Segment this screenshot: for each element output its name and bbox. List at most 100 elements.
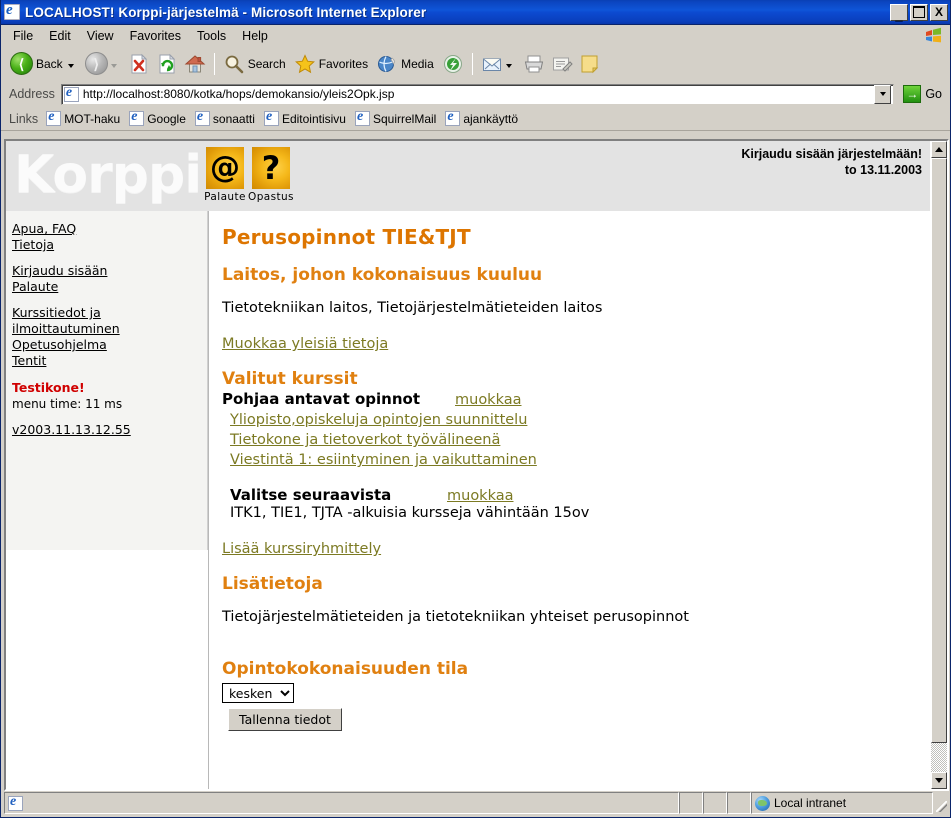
palaute-button[interactable]: @ Palaute — [202, 147, 248, 203]
list-item: Tietokone ja tietoverkot työvälineenä — [230, 429, 930, 448]
link-google[interactable]: Google — [129, 109, 186, 126]
login-notice: Kirjaudu sisään järjestelmään! — [741, 147, 922, 161]
course-link[interactable]: Tietokone ja tietoverkot työvälineenä — [230, 432, 500, 448]
close-button[interactable]: X — [930, 3, 948, 21]
sidebar-item-opetusohjelma[interactable]: Opetusohjelma — [12, 337, 207, 353]
favorites-button[interactable]: Favorites — [291, 50, 373, 78]
mail-dropdown-arrow-icon[interactable] — [505, 63, 512, 68]
scroll-up-button[interactable] — [931, 141, 947, 158]
refresh-button[interactable] — [153, 50, 181, 78]
version-link[interactable]: v2003.11.13.12.55 — [12, 422, 207, 438]
star-icon — [294, 53, 315, 73]
address-input[interactable] — [82, 86, 875, 102]
stop-button[interactable] — [125, 50, 153, 78]
notes-button[interactable] — [576, 50, 604, 78]
toolbar-separator — [213, 52, 215, 75]
heading-selected-courses: Valitut kurssit — [222, 369, 358, 389]
minimize-glyph: _ — [895, 6, 903, 22]
status-panel-3 — [703, 792, 727, 814]
ie-app-icon — [4, 2, 20, 20]
forward-dropdown-arrow-icon[interactable] — [110, 63, 117, 68]
maximize-button[interactable] — [910, 3, 928, 21]
course-link[interactable]: Viestintä 1: esiintyminen ja vaikuttamin… — [230, 452, 537, 468]
header-login-info: Kirjaudu sisään järjestelmään! to 13.11.… — [741, 141, 930, 178]
mail-icon — [482, 58, 501, 71]
back-button[interactable]: ⟨ Back — [7, 50, 82, 78]
save-button[interactable]: Tallenna tiedot — [228, 708, 342, 731]
back-dropdown-arrow-icon[interactable] — [67, 63, 74, 68]
home-button[interactable] — [181, 50, 209, 78]
sidebar-item-tietoja[interactable]: Tietoja — [12, 237, 207, 253]
status-select[interactable]: kesken — [222, 683, 294, 703]
sidebar-item-palaute[interactable]: Palaute — [12, 279, 207, 295]
minimize-button[interactable]: _ — [890, 3, 908, 22]
course-group-label: Valitse seuraavista — [230, 486, 392, 504]
scroll-down-button[interactable] — [931, 772, 947, 789]
resize-grip[interactable] — [933, 792, 949, 814]
back-arrow-icon: ⟨ — [10, 52, 33, 75]
edit-course-group-link[interactable]: muokkaa — [447, 488, 514, 504]
course-group-note: ITK1, TIE1, TJTA -alkuisia kursseja vähi… — [230, 505, 590, 521]
add-course-grouping-link[interactable]: Lisää kurssiryhmittely — [222, 541, 381, 557]
palaute-icon: @ — [206, 147, 244, 189]
menu-item-edit[interactable]: Edit — [41, 27, 79, 45]
print-button[interactable] — [520, 50, 548, 78]
link-label: Google — [147, 111, 186, 126]
sidebar-item-kurssitiedot[interactable]: Kurssitiedot ja — [12, 305, 207, 321]
status-page-icon — [8, 794, 23, 811]
opastus-label: Opastus — [248, 191, 294, 203]
status-panel-2 — [679, 792, 703, 814]
search-label: Search — [247, 56, 286, 71]
menu-item-help[interactable]: Help — [234, 27, 276, 45]
notes-icon — [581, 55, 598, 73]
menu-item-view[interactable]: View — [79, 27, 122, 45]
sidebar-item-apua-faq[interactable]: Apua, FAQ — [12, 221, 207, 237]
menu-item-file[interactable]: File — [5, 27, 41, 45]
additional-info-value: Tietojärjestelmätieteiden ja tietoteknii… — [222, 609, 689, 625]
sidebar-item-kirjaudu-sisaan[interactable]: Kirjaudu sisään — [12, 263, 207, 279]
edit-button[interactable] — [548, 50, 576, 78]
at-glyph: @ — [210, 150, 240, 185]
link-squirrelmail[interactable]: SquirrelMail — [354, 109, 437, 126]
scrollbar-thumb[interactable] — [931, 158, 947, 743]
course-group-header-2: Valitse seuraavista muokkaa — [222, 486, 930, 504]
course-link[interactable]: Yliopisto,opiskeluja opintojen suunnitte… — [230, 412, 527, 428]
link-ajankaytto[interactable]: ajankäyttö — [445, 109, 518, 126]
link-label: SquirrelMail — [372, 111, 437, 126]
search-icon — [225, 55, 243, 73]
page-body: Apua, FAQ Tietoja Kirjaudu sisään Palaut… — [6, 211, 930, 789]
address-dropdown-button[interactable] — [874, 84, 892, 104]
sidebar-item-ilmoittautuminen[interactable]: ilmoittautuminen — [12, 321, 207, 337]
link-sonaatti[interactable]: sonaatti — [194, 109, 255, 126]
edit-general-info-link[interactable]: Muokkaa yleisiä tietoja — [222, 336, 388, 352]
menu-item-favorites[interactable]: Favorites — [122, 27, 189, 45]
mail-button[interactable] — [478, 50, 520, 78]
link-favicon-icon — [445, 109, 461, 126]
media-button[interactable]: Media — [373, 50, 439, 78]
address-input-container[interactable] — [60, 83, 895, 105]
home-icon — [184, 54, 206, 72]
refresh-icon — [159, 53, 175, 73]
page-scrollbar[interactable] — [930, 141, 947, 789]
forward-button[interactable]: ⟩ — [82, 50, 125, 78]
link-editointisivu[interactable]: Editointisivu — [263, 109, 346, 126]
window-title: LOCALHOST! Korppi-järjestelmä - Microsof… — [25, 4, 427, 20]
sidebar-item-tentit[interactable]: Tentit — [12, 353, 207, 369]
opastus-button[interactable]: ? Opastus — [248, 147, 294, 203]
security-zone-panel[interactable]: Local intranet — [751, 792, 933, 814]
menu-item-tools[interactable]: Tools — [189, 27, 234, 45]
go-button[interactable]: → Go — [899, 83, 946, 105]
main-content: Perusopinnot TIE&TJT Laitos, johon kokon… — [209, 211, 930, 789]
print-icon — [524, 55, 543, 72]
history-button[interactable] — [439, 50, 467, 78]
link-mot-haku[interactable]: MOT-haku — [46, 109, 120, 126]
scrollbar-track[interactable] — [931, 743, 947, 772]
edit-course-group-link[interactable]: muokkaa — [455, 392, 522, 408]
search-button[interactable]: Search — [220, 50, 291, 78]
